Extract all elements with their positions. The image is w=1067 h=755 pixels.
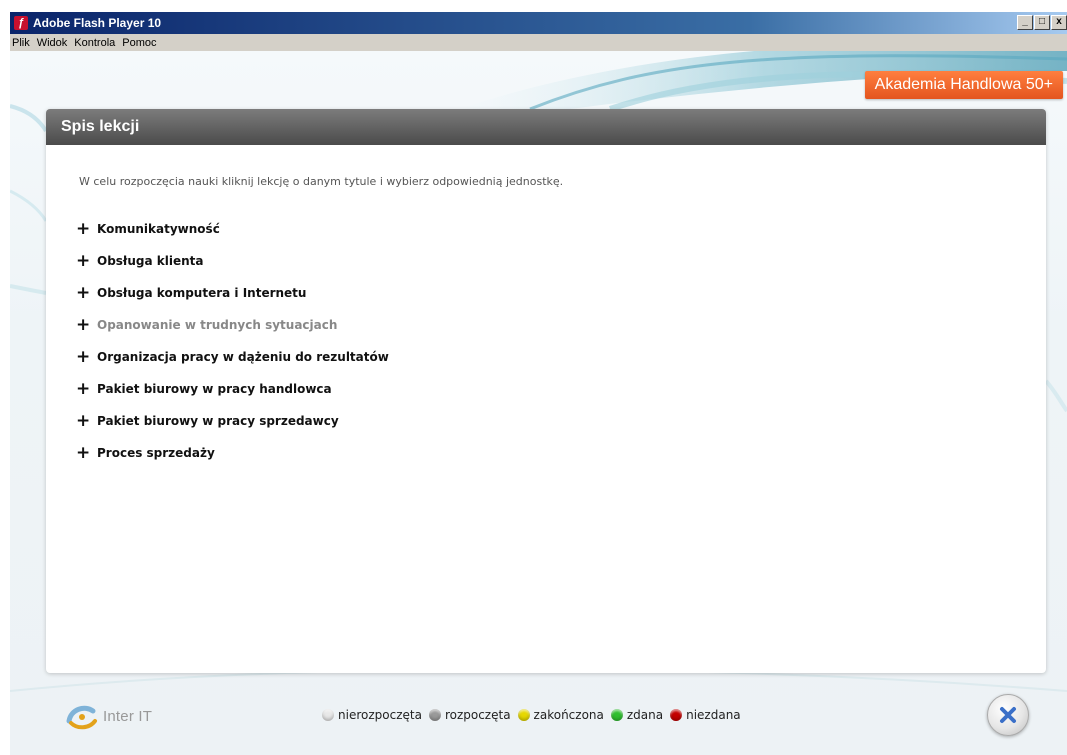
maximize-button[interactable]: □ [1034,15,1050,30]
close-window-button[interactable]: x [1051,15,1067,30]
legend-label: nierozpoczęta [338,708,422,722]
exit-button[interactable] [987,694,1029,736]
minimize-button[interactable]: _ [1017,15,1033,30]
legend-item-rozpoczeta: rozpoczęta [428,708,511,722]
lesson-item-proces-sprzedazy[interactable]: + Proces sprzedaży [76,437,389,469]
lesson-label: Proces sprzedaży [97,446,215,460]
expand-plus-icon: + [76,218,91,239]
lesson-item-obsluga-komputera[interactable]: + Obsługa komputera i Internetu [76,277,389,309]
legend-label: rozpoczęta [444,708,511,722]
expand-plus-icon: + [76,282,91,303]
inter-it-logo: Inter IT [65,701,152,731]
flash-stage: Akademia Handlowa 50+ Spis lekcji W celu… [10,51,1067,755]
lesson-item-opanowanie[interactable]: + Opanowanie w trudnych sytuacjach [76,309,389,341]
legend-label: zdana [626,708,664,722]
expand-plus-icon: + [76,314,91,335]
status-legend: nierozpoczęta rozpoczęta zakończona zdan… [322,708,748,722]
status-dot-icon [670,709,683,721]
expand-plus-icon: + [76,250,91,271]
window-controls: _ □ x [1017,15,1067,30]
status-dot-icon [517,709,530,721]
lesson-item-pakiet-handlowca[interactable]: + Pakiet biurowy w pracy handlowca [76,373,389,405]
legend-label: zakończona [533,708,604,722]
legend-item-nierozpoczeta: nierozpoczęta [322,708,422,722]
inter-it-logo-icon [66,705,97,730]
lesson-label: Obsługa klienta [97,254,204,268]
menu-item-kontrola[interactable]: Kontrola [72,37,120,49]
status-dot-icon [322,709,334,721]
lesson-item-organizacja-pracy[interactable]: + Organizacja pracy w dążeniu do rezultat… [76,341,389,373]
lesson-label: Obsługa komputera i Internetu [97,286,307,300]
menu-bar: Plik Widok Kontrola Pomoc [10,34,1067,51]
menu-item-widok[interactable]: Widok [35,37,73,49]
flash-player-icon: ƒ [14,16,28,30]
legend-item-zakonczona: zakończona [517,708,604,722]
lesson-item-komunikatywnosc[interactable]: + Komunikatywność [76,213,389,245]
lesson-label: Pakiet biurowy w pracy sprzedawcy [97,414,339,428]
lesson-label: Pakiet biurowy w pracy handlowca [97,382,332,396]
window-titlebar: ƒ Adobe Flash Player 10 _ □ x [10,12,1067,34]
menu-item-pomoc[interactable]: Pomoc [120,37,161,49]
lesson-label: Organizacja pracy w dążeniu do rezultató… [97,350,389,364]
legend-item-zdana: zdana [610,708,664,722]
legend-label: niezdana [686,708,741,722]
lesson-item-pakiet-sprzedawcy[interactable]: + Pakiet biurowy w pracy sprzedawcy [76,405,389,437]
expand-plus-icon: + [76,442,91,463]
lesson-item-obsluga-klienta[interactable]: + Obsługa klienta [76,245,389,277]
expand-plus-icon: + [76,346,91,367]
window-title: Adobe Flash Player 10 [33,16,162,30]
logo-text: Inter IT [103,707,153,725]
instruction-text: W celu rozpoczęcia nauki kliknij lekcję … [79,175,564,188]
close-icon [1000,707,1016,723]
expand-plus-icon: + [76,410,91,431]
lesson-panel: Spis lekcji W celu rozpoczęcia nauki kli… [46,109,1046,673]
lesson-label: Komunikatywność [97,222,220,236]
panel-title: Spis lekcji [46,109,1046,145]
expand-plus-icon: + [76,378,91,399]
status-dot-icon [428,709,441,721]
legend-item-niezdana: niezdana [670,708,741,722]
status-dot-icon [610,709,623,721]
lesson-label: Opanowanie w trudnych sytuacjach [97,318,338,332]
brand-badge: Akademia Handlowa 50+ [864,71,1063,99]
menu-item-plik[interactable]: Plik [10,37,35,49]
lesson-list: + Komunikatywność + Obsługa klienta + Obsłu… [76,213,389,469]
